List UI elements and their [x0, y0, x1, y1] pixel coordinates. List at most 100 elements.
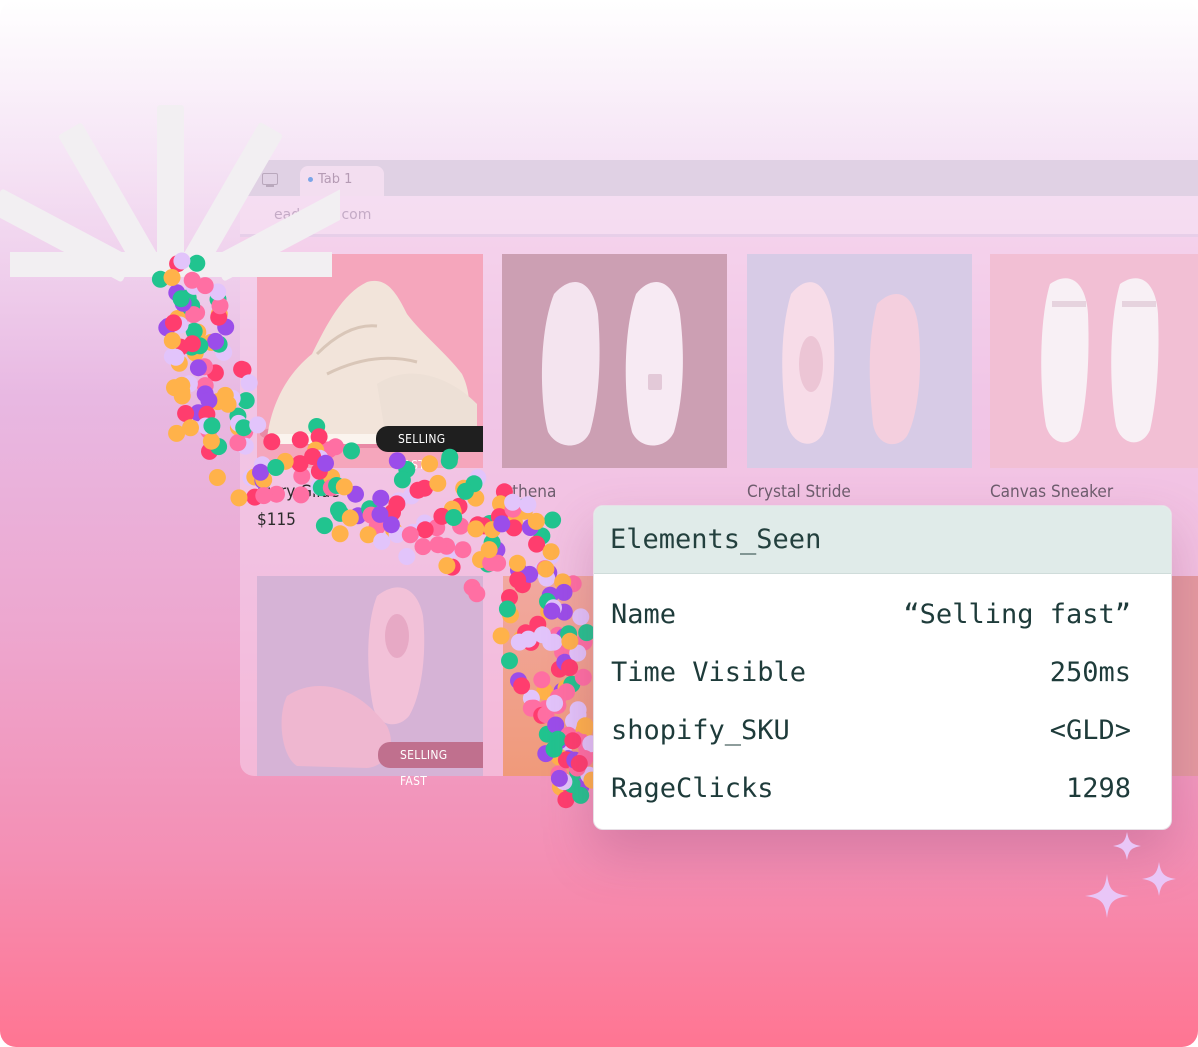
heatmap-dot	[492, 627, 510, 645]
heatmap-dot	[572, 608, 590, 626]
heatmap-dot	[398, 548, 416, 565]
heatmap-dot	[438, 557, 456, 575]
heatmap-dot	[555, 583, 573, 601]
panel-row-name: Name “Selling fast”	[611, 599, 1131, 639]
heatmap-dot	[202, 432, 220, 450]
heatmap-dot	[456, 482, 474, 500]
heatmap-dot	[219, 395, 237, 413]
heatmap-dot	[173, 387, 191, 405]
heatmap-dot	[401, 526, 419, 544]
heatmap-dot	[172, 290, 190, 308]
heatmap-dot	[545, 633, 563, 651]
panel-title: Elements_Seen	[610, 524, 822, 555]
heatmap-dot	[467, 520, 485, 538]
heatmap-dot	[317, 454, 334, 472]
heatmap-dot	[207, 332, 225, 350]
sparkle-icon	[1085, 832, 1176, 918]
heatmap-dot	[533, 671, 551, 689]
heatmap-dot	[229, 434, 247, 452]
row-key: shopify_SKU	[611, 715, 790, 746]
heatmap-dot	[167, 348, 185, 366]
heatmap-dot	[189, 359, 207, 377]
heatmap-dot	[574, 668, 592, 686]
heatmap-dot	[570, 755, 588, 772]
heatmap-dot	[331, 525, 349, 543]
heatmap-dot	[550, 769, 568, 787]
heatmap-dot	[501, 652, 518, 670]
heatmap-dot	[441, 448, 459, 466]
heatmap-dot	[341, 509, 359, 527]
panel-row-rageclicks: RageClicks 1298	[611, 773, 1131, 813]
heatmap-dot	[527, 512, 545, 530]
heatmap-dot	[576, 717, 594, 735]
heatmap-dot	[528, 535, 546, 553]
row-value: “Selling fast”	[903, 599, 1131, 630]
heatmap-dot	[545, 740, 563, 758]
heatmap-dot	[208, 469, 226, 486]
heatmap-dot	[429, 474, 447, 492]
heatmap-dot	[388, 495, 406, 513]
heatmap-dot	[388, 452, 406, 470]
row-value: 1298	[1065, 773, 1131, 804]
heatmap-dot	[182, 419, 199, 437]
heatmap-dot	[343, 442, 360, 460]
heatmap-dot	[561, 659, 579, 677]
heatmap-dot	[519, 496, 537, 514]
heatmap-dot	[508, 554, 526, 572]
elements-seen-panel: Elements_Seen Name “Selling fast” Time V…	[593, 505, 1172, 830]
row-key: RageClicks	[611, 773, 774, 804]
heatmap-dot	[537, 560, 555, 578]
heatmap-dot	[292, 486, 310, 504]
heatmap-dot	[504, 493, 522, 511]
heatmap-dot	[252, 463, 269, 481]
heatmap-dot	[163, 332, 181, 350]
heatmap-dot	[230, 489, 248, 507]
heatmap-dot	[561, 632, 579, 650]
heatmap-dot	[188, 254, 206, 272]
heatmap-dot	[291, 431, 309, 449]
heatmap-dot	[564, 732, 582, 750]
heatmap-dot	[454, 541, 472, 559]
heatmap-dot	[255, 487, 273, 505]
heatmap-dot	[416, 521, 434, 539]
heatmap-dot	[445, 509, 463, 526]
row-key: Name	[611, 599, 677, 630]
heatmap-dot	[183, 271, 201, 289]
heatmap-dot	[572, 786, 590, 804]
heatmap-dot	[240, 374, 258, 392]
heatmap-dot	[569, 701, 587, 719]
background: Tab 1 eadwave.com SELLING FAST	[0, 0, 1198, 1047]
heatmap-dot	[183, 335, 201, 353]
heatmap-dot	[498, 600, 516, 618]
heatmap-dot	[414, 538, 432, 556]
heatmap-dot	[546, 694, 564, 712]
heatmap-dot	[393, 471, 411, 489]
heatmap-dot	[203, 417, 221, 435]
heatmap-dot	[544, 511, 562, 529]
heatmap-dot	[480, 541, 498, 559]
heatmap-dot	[249, 416, 267, 434]
heatmap-dot	[519, 630, 537, 648]
heatmap-dot	[513, 677, 531, 695]
heatmap-dot	[493, 515, 511, 533]
heatmap-dot	[327, 438, 344, 456]
heatmap-dot	[235, 419, 253, 437]
heatmap-dot	[335, 478, 353, 496]
row-value: <GLD>	[1049, 715, 1131, 746]
heatmap-dot	[173, 252, 191, 270]
heatmap-dot	[373, 532, 391, 550]
heatmap-dot	[165, 314, 182, 332]
heatmap-dot	[163, 269, 181, 286]
heatmap-dot	[509, 571, 527, 589]
heatmap-dot	[263, 433, 281, 451]
panel-row-shopify-sku: shopify_SKU <GLD>	[611, 715, 1131, 755]
heatmap-dot	[267, 459, 285, 476]
heatmap-dot	[542, 543, 560, 561]
heatmap-dot	[429, 536, 447, 554]
heatmap-dot	[372, 489, 390, 507]
heatmap-dot	[421, 455, 439, 473]
row-key: Time Visible	[611, 657, 807, 688]
heatmap-dot	[315, 517, 333, 535]
heatmap-dot	[543, 602, 561, 620]
heatmap-dot	[382, 516, 400, 534]
